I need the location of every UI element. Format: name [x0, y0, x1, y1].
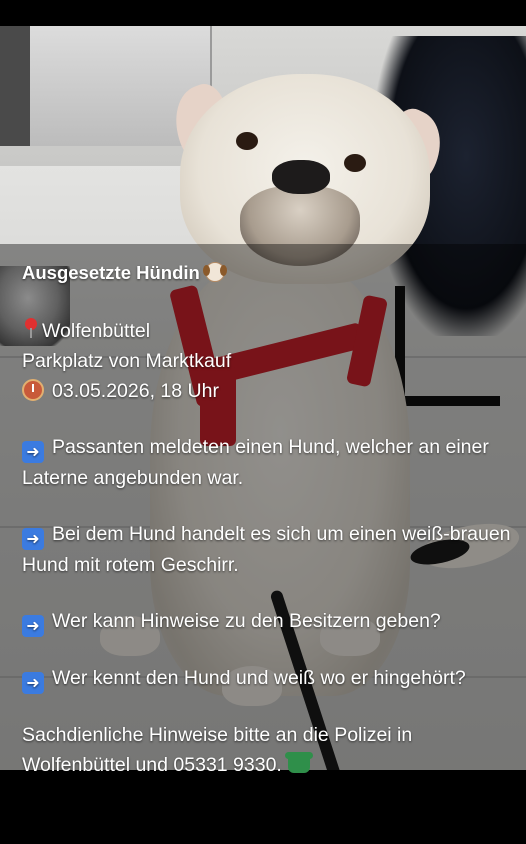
list-item: ➜ Passanten meldeten einen Hund, welcher …: [22, 432, 512, 493]
right-arrow-icon: ➜: [22, 615, 44, 637]
item-text: Wer kann Hinweise zu den Besitzern geben…: [52, 610, 441, 632]
screen: Ausgesetzte Hündin Wolfenbüttel Parkplat…: [0, 0, 526, 844]
dog-eye-right: [344, 154, 366, 172]
location-block: Wolfenbüttel Parkplatz von Marktkauf 03.…: [22, 316, 512, 406]
right-arrow-icon: ➜: [22, 441, 44, 463]
dark-cabinet: [0, 26, 30, 146]
footer-message: Sachdienliche Hinweise bitte an die Poli…: [22, 724, 413, 776]
location-place: Parkplatz von Marktkauf: [22, 350, 232, 372]
item-text: Bei dem Hund handelt es sich um einen we…: [22, 523, 511, 576]
post-datetime: 03.05.2026, 18 Uhr: [52, 380, 219, 402]
alarm-clock-icon: [22, 379, 44, 401]
footer-text: Sachdienliche Hinweise bitte an die Poli…: [22, 720, 512, 780]
item-text: Passanten meldeten einen Hund, welcher a…: [22, 436, 489, 489]
telephone-icon: [284, 752, 313, 773]
dog-eye-left: [236, 132, 258, 150]
item-text: Wer kennt den Hund und weiß wo er hingeh…: [52, 667, 466, 689]
list-item: ➜ Bei dem Hund handelt es sich um einen w…: [22, 519, 512, 580]
list-item: ➜ Wer kennt den Hund und weiß wo er hinge…: [22, 663, 512, 694]
right-arrow-icon: ➜: [22, 672, 44, 694]
location-city: Wolfenbüttel: [42, 320, 151, 342]
post-title: Ausgesetzte Hündin: [22, 262, 200, 283]
dog-nose: [272, 160, 330, 194]
right-arrow-icon: ➜: [22, 528, 44, 550]
pin-icon: [22, 318, 40, 340]
post-text: Ausgesetzte Hündin Wolfenbüttel Parkplat…: [22, 258, 512, 806]
list-item: ➜ Wer kann Hinweise zu den Besitzern gebe…: [22, 606, 512, 637]
post-title-row: Ausgesetzte Hündin: [22, 258, 512, 288]
dog-face-icon: [202, 262, 227, 282]
